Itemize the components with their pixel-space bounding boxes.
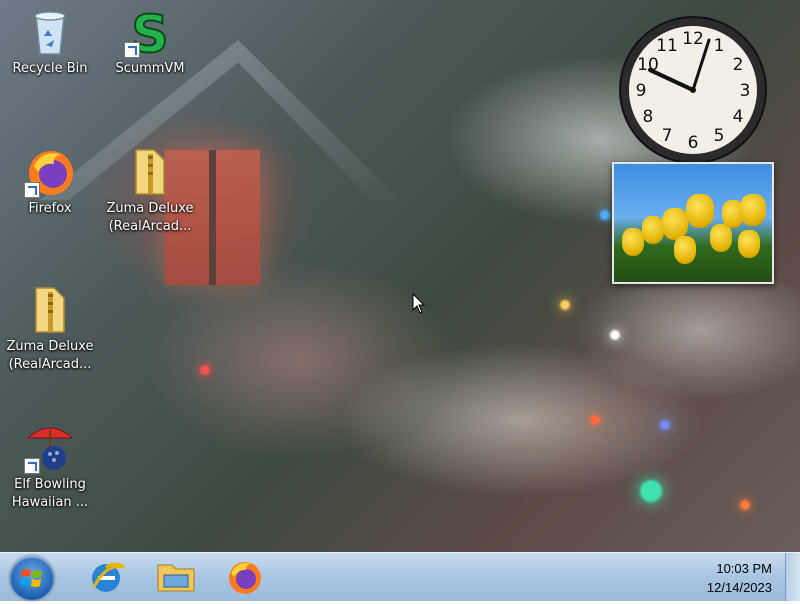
folder-icon [24,284,76,336]
clock-number: 1 [714,36,725,56]
desktop-background[interactable]: Recycle Bin S ScummVM Firefox Zuma Delux… [0,0,800,552]
wallpaper-light [740,500,750,510]
folder-icon [124,146,176,198]
scummvm-icon: S [124,4,176,66]
recycle-bin-icon [24,6,76,58]
clock-number: 8 [643,107,654,127]
wallpaper-light [610,330,620,340]
clock-number: 7 [662,126,673,146]
tulip-photo-element [686,194,714,228]
clock-number: 12 [682,29,704,49]
desktop-icon-label: Zuma Deluxe (RealArcad... [106,201,194,234]
desktop-icon-label: ScummVM [115,61,185,76]
clock-gadget[interactable]: 12 1 2 3 4 5 6 7 8 9 10 11 [613,15,773,165]
wallpaper-light [590,415,600,425]
taskbar-internet-explorer[interactable] [80,557,132,597]
taskbar: 10:03 PM 12/14/2023 [0,552,800,601]
clock-number: 2 [733,55,744,75]
clock-number: 5 [714,126,725,146]
desktop-icon-label: Elf Bowling Hawaiian ... [11,477,89,510]
desktop-icon-scummvm[interactable]: S ScummVM [104,4,196,78]
desktop-icon-label: Firefox [28,201,72,216]
tulip-photo-element [710,224,732,252]
tray-clock-time[interactable]: 10:03 PM [682,561,772,576]
internet-explorer-icon [92,562,125,592]
tulip-photo-element [674,236,696,264]
wallpaper-light [640,480,662,502]
clock-number: 9 [636,81,647,101]
wallpaper-light [660,420,670,430]
tulip-photo-element [642,216,664,244]
taskbar-firefox[interactable] [219,557,271,597]
clock-number: 11 [656,36,678,56]
desktop-icon-elf-bowling[interactable]: Elf Bowling Hawaiian ... [4,422,96,512]
desktop-icon-zuma-deluxe[interactable]: Zuma Deluxe (RealArcad... [104,146,196,236]
desktop-icon-label: Zuma Deluxe (RealArcad... [6,339,94,372]
clock-number: 4 [733,107,744,127]
clock-number: 6 [688,133,699,153]
desktop-icon-label: Recycle Bin [12,61,88,76]
shortcut-arrow-icon [24,182,40,198]
tulip-photo-element [738,230,760,258]
file-explorer-icon [157,564,195,592]
wallpaper-light [600,210,610,220]
clock-number: 3 [740,81,751,101]
mouse-cursor-icon [412,292,426,319]
shortcut-arrow-icon [24,458,40,474]
show-desktop-button[interactable] [785,553,800,601]
shortcut-arrow-icon [124,42,140,58]
tulip-photo-element [740,194,766,226]
desktop-icon-recycle-bin[interactable]: Recycle Bin [4,6,96,78]
desktop-icon-zuma-deluxe-2[interactable]: Zuma Deluxe (RealArcad... [4,284,96,374]
wallpaper-light [200,365,210,375]
desktop-icon-firefox[interactable]: Firefox [4,146,96,218]
firefox-icon [24,146,76,198]
windows-logo-icon [20,569,42,587]
elf-bowling-icon [24,422,76,474]
tulip-photo-element [622,228,644,256]
wallpaper-light [560,300,570,310]
start-button[interactable] [10,556,54,600]
tray-clock-date[interactable]: 12/14/2023 [682,580,772,595]
slideshow-gadget[interactable] [612,162,774,284]
firefox-icon [229,562,261,594]
taskbar-file-explorer[interactable] [150,557,202,597]
